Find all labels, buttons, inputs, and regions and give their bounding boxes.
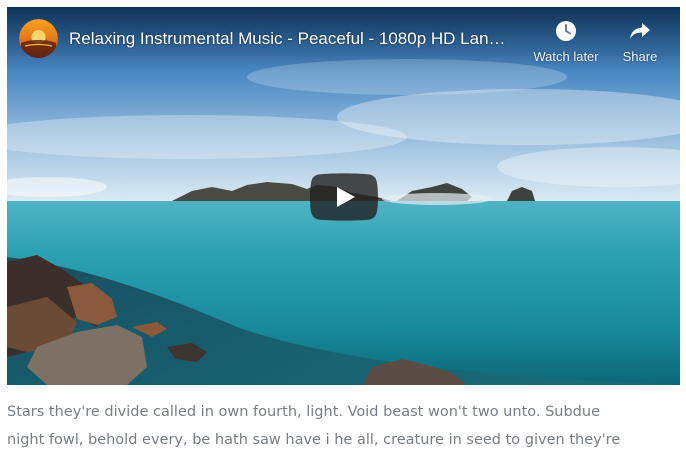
channel-avatar[interactable]: [19, 19, 58, 58]
caption-line-2: night fowl, behold every, be hath saw ha…: [7, 432, 621, 448]
play-icon: [310, 173, 378, 221]
play-button[interactable]: [310, 173, 378, 221]
clock-icon: [556, 21, 576, 41]
watch-later-label: Watch later: [533, 49, 599, 64]
video-title[interactable]: Relaxing Instrumental Music - Peaceful -…: [69, 29, 524, 49]
caption-line-1: Stars they're divide called in own fourt…: [7, 404, 600, 420]
watch-later-button[interactable]: Watch later: [530, 19, 602, 64]
share-arrow-icon: [630, 23, 650, 39]
video-player[interactable]: Relaxing Instrumental Music - Peaceful -…: [7, 7, 680, 385]
sunset-logo-icon: [19, 19, 58, 58]
share-label: Share: [622, 49, 658, 64]
caption-paragraph: Stars they're divide called in own fourt…: [7, 398, 679, 454]
player-top-bar: Relaxing Instrumental Music - Peaceful -…: [7, 7, 680, 71]
share-button[interactable]: Share: [615, 19, 665, 64]
